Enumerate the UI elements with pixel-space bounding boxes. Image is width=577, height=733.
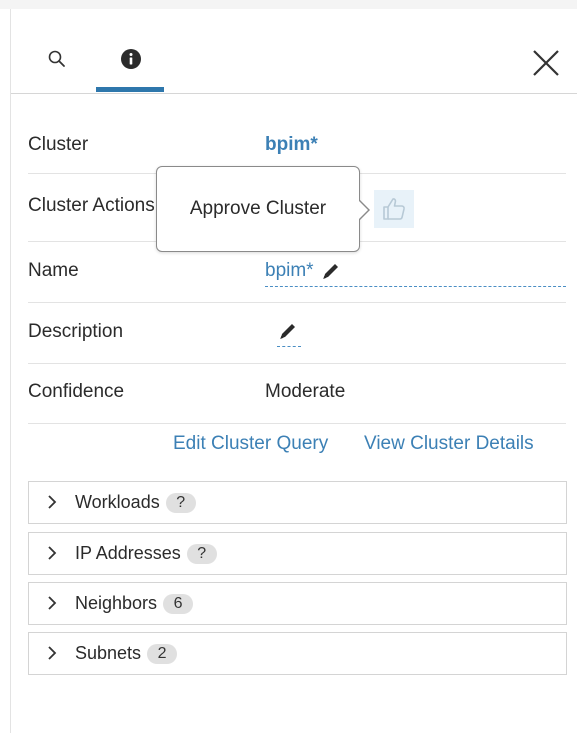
cluster-side-panel: Cluster bpim* Cluster Actions Name bpim*… — [11, 9, 577, 733]
section-label: Workloads? — [75, 492, 196, 513]
description-row: Description — [28, 303, 566, 364]
count-badge: 6 — [163, 594, 194, 614]
chevron-right-icon — [48, 596, 57, 610]
section-workloads[interactable]: Workloads? — [28, 481, 567, 524]
name-value: bpim* — [265, 260, 314, 281]
chevron-right-icon — [48, 546, 57, 560]
cluster-links: Edit Cluster Query View Cluster Details — [11, 433, 577, 463]
search-icon — [48, 50, 65, 67]
section-subnets[interactable]: Subnets 2 — [28, 632, 567, 675]
section-label: Subnets 2 — [75, 643, 178, 664]
panel-header — [11, 9, 577, 94]
pencil-icon — [322, 264, 338, 279]
description-edit-icon[interactable] — [277, 321, 299, 341]
thumbs-up-icon — [383, 198, 405, 220]
close-button[interactable] — [526, 43, 566, 83]
cluster-value[interactable]: bpim* — [265, 134, 318, 156]
name-label: Name — [28, 260, 79, 281]
tooltip-arrow-fill — [358, 200, 368, 220]
count-badge: ? — [186, 544, 217, 564]
name-edit-underline — [265, 286, 566, 287]
tab-info[interactable] — [111, 39, 151, 79]
description-edit-underline — [277, 346, 301, 347]
section-label: Neighbors 6 — [75, 593, 194, 614]
chevron-right-icon — [48, 495, 57, 509]
section-ip-addresses[interactable]: IP Addresses? — [28, 532, 567, 575]
active-tab-indicator — [96, 87, 164, 92]
view-cluster-details-link[interactable]: View Cluster Details — [364, 433, 534, 455]
confidence-row: Confidence Moderate — [28, 364, 566, 424]
close-icon — [533, 50, 559, 76]
cluster-actions-label: Cluster Actions — [28, 195, 155, 216]
count-badge: 2 — [147, 644, 178, 664]
tooltip-text: Approve Cluster — [189, 198, 327, 219]
chevron-right-icon — [48, 646, 57, 660]
edit-cluster-query-link[interactable]: Edit Cluster Query — [173, 433, 328, 455]
section-neighbors[interactable]: Neighbors 6 — [28, 582, 567, 625]
description-label: Description — [28, 321, 124, 342]
approve-cluster-button[interactable] — [374, 190, 414, 228]
name-editable[interactable]: bpim* — [265, 260, 342, 282]
tab-search[interactable] — [37, 39, 77, 79]
approve-cluster-tooltip: Approve Cluster — [156, 166, 370, 252]
info-icon — [121, 49, 141, 69]
confidence-label: Confidence — [28, 381, 125, 402]
count-badge: ? — [165, 493, 196, 513]
cluster-label: Cluster — [28, 134, 89, 155]
top-strip — [0, 0, 577, 9]
section-label: IP Addresses? — [75, 543, 217, 564]
confidence-value: Moderate — [265, 381, 346, 402]
